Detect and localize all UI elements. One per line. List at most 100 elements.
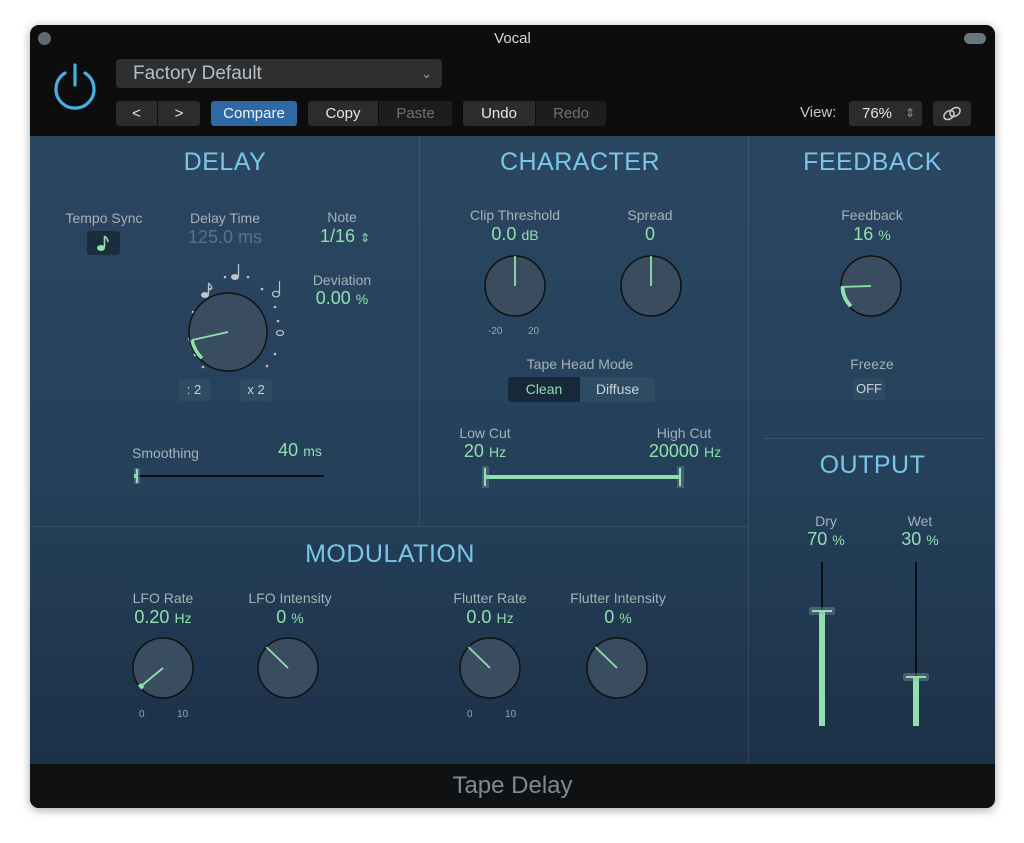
knob-pointer: [840, 285, 872, 288]
divider: [748, 136, 749, 764]
up-down-chevron-icon: ⇕: [360, 231, 371, 245]
tape-head-diffuse-option[interactable]: Diffuse: [580, 377, 655, 402]
freeze-label: Freeze: [850, 356, 894, 372]
flutter-intensity-unit: %: [619, 610, 632, 626]
feedback-value[interactable]: 16 %: [822, 224, 922, 245]
previous-preset-button[interactable]: <: [116, 101, 157, 126]
flutter-rate-value[interactable]: 0.0 Hz: [445, 607, 535, 628]
clip-threshold-knob[interactable]: [480, 251, 550, 321]
fader-handle[interactable]: [903, 673, 929, 681]
lfo-intensity-value[interactable]: 0 %: [245, 607, 335, 628]
flutter-rate-max-label: 10: [505, 709, 517, 720]
flutter-intensity-label: Flutter Intensity: [570, 590, 666, 606]
clip-min-label: -20: [488, 326, 503, 337]
lfo-rate-label: LFO Rate: [132, 590, 194, 606]
fader-handle[interactable]: [809, 607, 835, 615]
smoothing-slider[interactable]: [134, 466, 324, 486]
flutter-intensity-knob[interactable]: [582, 633, 652, 703]
feedback-unit: %: [878, 227, 891, 243]
preset-dropdown[interactable]: Factory Default ⌄: [116, 59, 442, 88]
low-cut-unit: Hz: [488, 444, 507, 460]
tape-head-mode-segmented: Clean Diffuse: [508, 377, 655, 402]
feedback-number: 16: [853, 224, 874, 244]
clip-threshold-value[interactable]: 0.0 dB: [465, 224, 565, 245]
smoothing-unit: ms: [303, 443, 322, 459]
range-fill: [486, 475, 680, 479]
flutter-intensity-value[interactable]: 0 %: [573, 607, 663, 628]
dry-label: Dry: [815, 513, 837, 529]
freeze-toggle[interactable]: OFF: [853, 378, 885, 400]
feedback-section-title: FEEDBACK: [803, 148, 942, 176]
feedback-knob[interactable]: [836, 251, 906, 321]
flutter-rate-number: 0.0: [466, 607, 492, 627]
spread-label: Spread: [627, 207, 673, 223]
flutter-rate-min-label: 0: [467, 709, 473, 720]
deviation-value[interactable]: 0.00 %: [292, 288, 392, 309]
double-delay-button[interactable]: x 2: [240, 379, 272, 401]
wet-label: Wet: [907, 513, 933, 529]
link-icon: [943, 106, 961, 121]
wet-value[interactable]: 30 %: [885, 529, 955, 550]
high-cut-handle[interactable]: [677, 466, 684, 488]
high-cut-value[interactable]: 20000 Hz: [640, 441, 730, 462]
view-zoom-select[interactable]: 76% ⇕: [849, 101, 922, 126]
chevron-down-icon: ⌄: [421, 66, 432, 81]
note-value: 1/16: [319, 226, 355, 246]
spread-value[interactable]: 0: [610, 224, 690, 245]
lfo-intensity-number: 0: [276, 607, 287, 627]
clip-max-label: 20: [528, 326, 540, 337]
tempo-sync-button[interactable]: [87, 231, 120, 255]
low-cut-value[interactable]: 20 Hz: [450, 441, 520, 462]
redo-button[interactable]: Redo: [536, 101, 606, 126]
high-cut-unit: Hz: [703, 444, 722, 460]
smoothing-label: Smoothing: [132, 445, 199, 461]
lfo-rate-max-label: 10: [177, 709, 189, 720]
fader-fill: [913, 677, 919, 726]
high-cut-label: High Cut: [656, 425, 712, 441]
dry-number: 70: [807, 529, 828, 549]
low-cut-handle[interactable]: [482, 466, 489, 488]
dry-fader[interactable]: [808, 562, 836, 726]
view-zoom-value: 76%: [862, 105, 893, 122]
output-section-title: OUTPUT: [819, 451, 926, 479]
feedback-label: Feedback: [841, 207, 903, 223]
flutter-rate-knob[interactable]: [455, 633, 525, 703]
smoothing-value[interactable]: 40 ms: [260, 440, 340, 461]
plugin-window: Vocal Factory Default ⌄ < > Compare Copy…: [30, 25, 995, 808]
divider: [763, 438, 985, 439]
window-toggle-button[interactable]: [964, 33, 986, 44]
deviation-label: Deviation: [312, 272, 372, 288]
clip-threshold-label: Clip Threshold: [469, 207, 560, 223]
lfo-intensity-knob[interactable]: [253, 633, 323, 703]
plugin-panel: DELAY Tempo Sync Delay Time 125.0 ms Not…: [30, 136, 995, 764]
halve-delay-button[interactable]: : 2: [178, 379, 210, 401]
cut-range-slider[interactable]: [482, 464, 686, 490]
window-title: Vocal: [494, 30, 531, 47]
note-select[interactable]: 1/16 ⇕: [300, 226, 390, 247]
next-preset-button[interactable]: >: [158, 101, 200, 126]
power-icon[interactable]: [50, 60, 100, 112]
plugin-name-footer: Tape Delay: [30, 764, 995, 808]
slider-handle[interactable]: [134, 468, 140, 484]
lfo-rate-number: 0.20: [134, 607, 170, 627]
lfo-rate-knob[interactable]: [128, 633, 198, 703]
paste-button[interactable]: Paste: [379, 101, 452, 126]
fader-fill: [819, 611, 825, 726]
character-section-title: CHARACTER: [499, 148, 661, 176]
lfo-rate-unit: Hz: [174, 610, 192, 626]
compare-button[interactable]: Compare: [211, 101, 297, 126]
flutter-intensity-number: 0: [604, 607, 615, 627]
high-cut-number: 20000: [648, 441, 699, 461]
copy-button[interactable]: Copy: [308, 101, 378, 126]
delay-section-title: DELAY: [183, 148, 267, 176]
spread-knob[interactable]: [616, 251, 686, 321]
dry-unit: %: [832, 532, 845, 548]
wet-fader[interactable]: [902, 562, 930, 726]
dry-value[interactable]: 70 %: [791, 529, 861, 550]
link-button[interactable]: [933, 101, 971, 126]
up-down-chevron-icon: ⇕: [904, 106, 915, 120]
tape-head-clean-option[interactable]: Clean: [508, 377, 580, 402]
undo-button[interactable]: Undo: [463, 101, 535, 126]
delay-time-knob[interactable]: [150, 241, 300, 386]
lfo-rate-value[interactable]: 0.20 Hz: [118, 607, 208, 628]
